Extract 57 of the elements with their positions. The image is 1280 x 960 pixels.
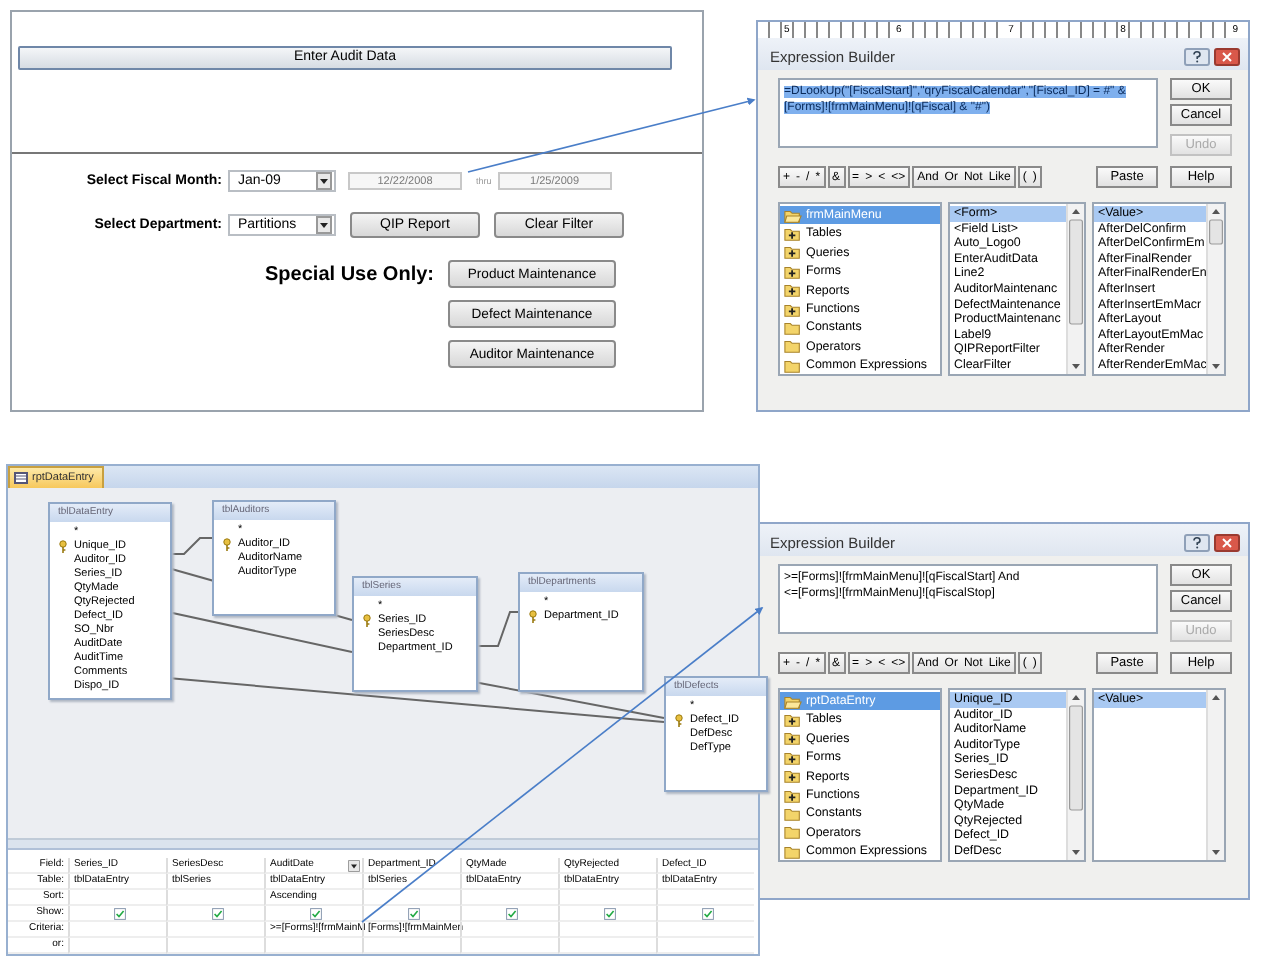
folder-plus-icon	[784, 749, 802, 766]
scrollbar[interactable]	[1066, 690, 1084, 860]
relationship-line	[473, 611, 519, 647]
folder-plus-icon	[784, 768, 802, 785]
folder-plus-icon	[784, 712, 802, 729]
key-icon	[220, 538, 234, 552]
checkbox[interactable]	[506, 907, 518, 919]
relationship-line	[167, 537, 213, 555]
folder-plus-icon	[784, 226, 802, 243]
caret-icon[interactable]	[316, 216, 332, 234]
grid-cell[interactable]	[68, 922, 166, 938]
key-icon	[360, 614, 374, 628]
help-icon[interactable]	[1184, 533, 1210, 551]
checkbox[interactable]	[604, 907, 616, 919]
key-icon	[56, 540, 70, 554]
grid-cell[interactable]	[166, 922, 264, 938]
grid-cell[interactable]	[558, 890, 656, 906]
grid-cell[interactable]	[558, 922, 656, 938]
folder-plus-icon	[784, 730, 802, 747]
folder-plus-icon	[784, 244, 802, 261]
grid-cell[interactable]	[460, 890, 558, 906]
scrollbar[interactable]	[1206, 690, 1224, 860]
query-icon	[14, 472, 28, 484]
section-label: Special Use Only:	[263, 264, 436, 290]
grid-cell[interactable]	[362, 938, 460, 954]
grid-cell[interactable]	[166, 938, 264, 954]
grid-cell[interactable]	[558, 938, 656, 954]
close-icon[interactable]	[1214, 47, 1240, 65]
close-icon[interactable]	[1214, 533, 1240, 551]
grid-cell[interactable]	[460, 922, 558, 938]
grid-cell[interactable]	[68, 938, 166, 954]
folder-plus-icon	[784, 787, 802, 804]
grid-cell[interactable]	[460, 938, 558, 954]
grid-cell[interactable]	[166, 890, 264, 906]
checkbox[interactable]	[702, 907, 714, 919]
help-icon[interactable]	[1184, 47, 1210, 65]
key-icon	[526, 610, 540, 624]
grid-cell[interactable]	[656, 890, 754, 906]
caret-icon[interactable]	[316, 172, 332, 190]
dropdown-arrow-icon[interactable]	[348, 859, 360, 871]
grid-cell[interactable]	[68, 890, 166, 906]
checkbox[interactable]	[114, 907, 126, 919]
scrollbar[interactable]	[1206, 204, 1224, 374]
grid-cell[interactable]	[656, 922, 754, 938]
folder-plus-icon	[784, 301, 802, 318]
checkbox[interactable]	[408, 907, 420, 919]
open-folder-icon	[784, 693, 802, 710]
checkbox[interactable]	[212, 907, 224, 919]
key-icon	[672, 714, 686, 728]
scrollbar[interactable]	[1066, 204, 1084, 374]
grid-cell[interactable]	[362, 890, 460, 906]
open-folder-icon	[784, 207, 802, 224]
grid-cell[interactable]	[656, 938, 754, 954]
folder-plus-icon	[784, 282, 802, 299]
folder-plus-icon	[784, 263, 802, 280]
checkbox[interactable]	[310, 907, 322, 919]
grid-cell[interactable]	[264, 938, 362, 954]
